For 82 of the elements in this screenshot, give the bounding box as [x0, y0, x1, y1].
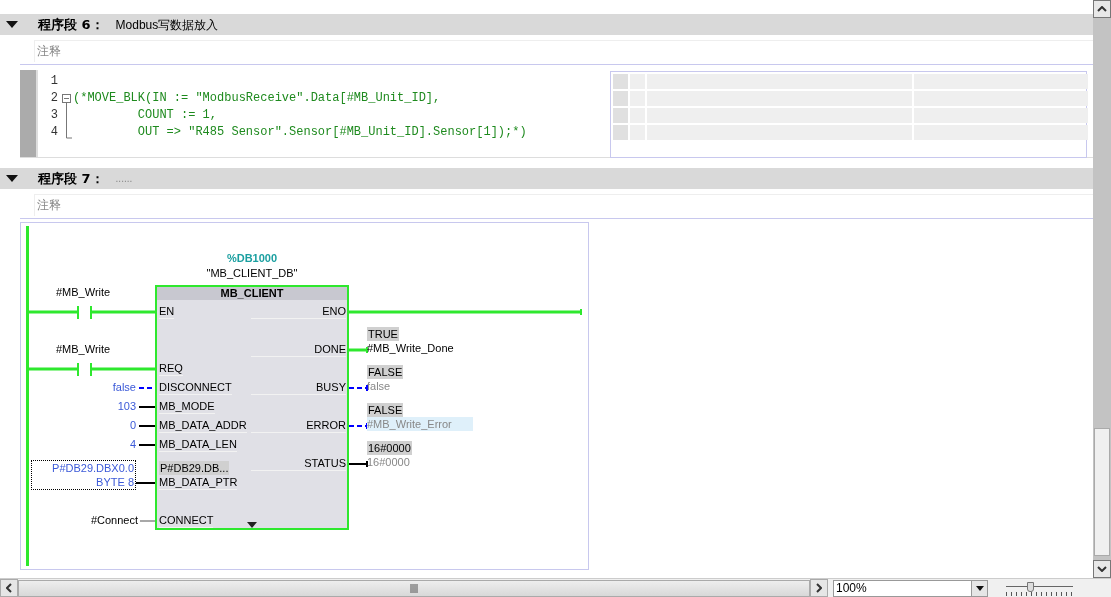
pin-label: MB_DATA_LEN — [159, 437, 237, 452]
wire — [138, 425, 157, 427]
pin-label: ERROR — [251, 418, 346, 433]
scroll-up-button[interactable] — [1093, 0, 1111, 18]
operand-label[interactable]: #MB_Write_Done — [367, 341, 454, 355]
operand-label[interactable]: #MB_Write_Error — [367, 417, 473, 431]
operand-label: #MB_Write — [56, 342, 111, 356]
operand-label[interactable]: 103 — [21, 399, 136, 413]
wire — [29, 367, 77, 371]
operand-label[interactable]: 16#0000 — [367, 455, 410, 469]
chevron-up-icon — [1097, 6, 1107, 12]
line-number: 4 — [49, 124, 58, 141]
scroll-left-button[interactable] — [0, 579, 18, 597]
wire — [92, 310, 156, 314]
instance-name: "MB_CLIENT_DB" — [205, 266, 299, 280]
ladder-diagram[interactable] — [20, 222, 589, 570]
network-label: 程序段 7： — [38, 169, 104, 188]
monitor-value: FALSE — [367, 403, 404, 417]
operand-label[interactable]: 0 — [21, 418, 136, 432]
pin-label: STATUS — [251, 456, 346, 471]
comment-field[interactable]: 注释 — [35, 195, 1093, 215]
monitor-value: 16#0000 — [367, 441, 412, 455]
line-number: 1 — [49, 73, 58, 90]
network-header[interactable]: 程序段 7： ...... — [0, 168, 1093, 189]
collapse-triangle-icon[interactable] — [6, 174, 18, 183]
scroll-thumb[interactable] — [1094, 428, 1110, 556]
wire — [348, 460, 368, 468]
wire — [29, 310, 77, 314]
pin-label: DISCONNECT — [159, 380, 232, 395]
contact-symbol — [77, 306, 92, 319]
contact-symbol — [77, 363, 92, 376]
zoom-slider[interactable] — [1006, 579, 1073, 597]
block-type: MB_CLIENT — [157, 287, 347, 300]
line-number: 3 — [49, 107, 58, 124]
network-label: 程序段 6： — [38, 15, 104, 34]
chevron-right-icon — [816, 583, 822, 593]
vertical-scrollbar[interactable] — [1093, 0, 1111, 578]
pin-label: MB_MODE — [159, 399, 215, 414]
code-editor[interactable]: 1 2 (*MOVE_BLK(IN := "ModbusReceive".Data[#MB_Unit_ID], 3 COUNT := 1, 4 OUT => "R485 Sensor".Sensor[#MB_Unit_ID].Sensor[1]);*) — [38, 70, 610, 157]
wire — [138, 406, 157, 408]
operand-label[interactable]: 4 — [21, 437, 136, 451]
expand-caret-icon[interactable] — [247, 522, 257, 528]
dropdown-arrow-icon — [975, 585, 984, 591]
code-line: COUNT := 1, — [136, 107, 218, 124]
slider-thumb[interactable] — [1027, 581, 1035, 592]
collapse-triangle-icon[interactable] — [6, 20, 18, 29]
pin-label: DONE — [251, 342, 346, 357]
monitor-value: P#DB29.DB... — [159, 461, 230, 475]
horizontal-scrollbar[interactable] — [18, 579, 810, 597]
operand-value[interactable]: P#DB29.DBX0.0 BYTE 8 — [31, 460, 136, 490]
operand-label[interactable]: false — [21, 380, 136, 394]
grip-icon — [410, 583, 418, 593]
pin-label: EN — [159, 304, 175, 319]
code-line: (*MOVE_BLK(IN := "ModbusReceive".Data[#MB_Unit_ID], — [73, 90, 441, 107]
monitor-value: FALSE — [367, 365, 404, 379]
wire — [349, 384, 368, 392]
pin-label: BUSY — [251, 380, 346, 395]
chevron-left-icon — [6, 583, 12, 593]
network-title: Modbus写数据放入 — [115, 16, 219, 34]
scroll-down-button[interactable] — [1093, 560, 1111, 578]
operand-label[interactable]: false — [367, 379, 391, 393]
operand-label[interactable]: #Connect — [21, 513, 138, 527]
pin-label: REQ — [159, 361, 183, 376]
zoom-dropdown[interactable]: 100% — [833, 579, 988, 597]
comment-field[interactable]: 注释 — [35, 41, 1093, 61]
monitor-value: TRUE — [367, 327, 399, 341]
instance-address: %DB1000 — [225, 251, 279, 265]
wire — [92, 367, 156, 371]
chevron-down-icon — [1097, 566, 1107, 572]
scroll-right-button[interactable] — [810, 579, 828, 597]
code-line: OUT => "R485 Sensor".Sensor[#MB_Unit_ID].Sensor[1]);*) — [136, 124, 527, 141]
pin-label: CONNECT — [159, 513, 214, 528]
operand-label: #MB_Write — [56, 285, 111, 299]
line-number: 2 — [49, 90, 58, 107]
wire — [349, 346, 368, 354]
network-header[interactable]: 程序段 6： Modbus写数据放入 — [0, 14, 1093, 35]
pin-label: MB_DATA_ADDR — [159, 418, 247, 433]
wire — [135, 482, 157, 484]
pin-label: ENO — [251, 304, 346, 319]
network-title: ...... — [115, 172, 133, 186]
wire — [139, 520, 157, 522]
wire — [138, 444, 157, 446]
